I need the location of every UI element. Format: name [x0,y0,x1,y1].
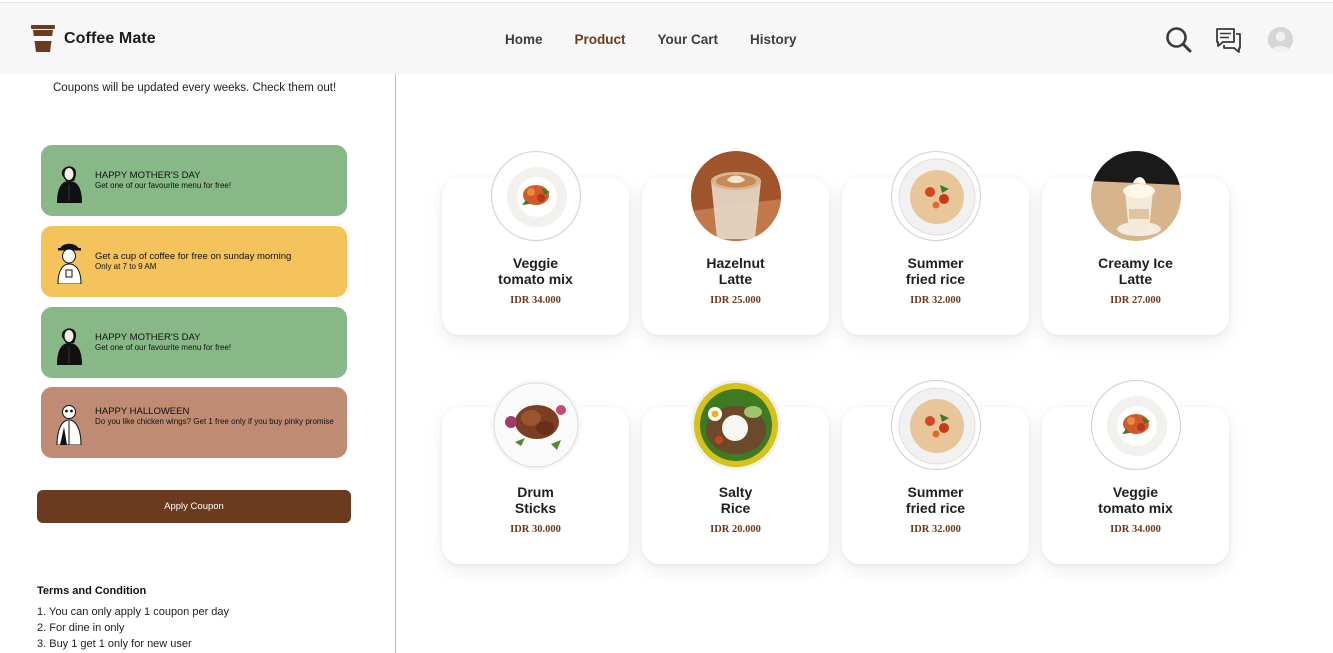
product-name-line1: Summer [907,255,964,271]
coupon-panel: Coupons will be updated every weeks. Che… [0,74,396,653]
product-price: IDR 20.000 [710,524,761,535]
coupon-title: HAPPY MOTHER'S DAY [95,170,201,181]
product-image-veggie-tomato-mix [491,151,581,241]
product-name-line1: Veggie [512,255,559,271]
product-price: IDR 25.000 [710,295,761,306]
product-image-creamy-ice-latte [1091,151,1181,241]
terms-item: 1. You can only apply 1 coupon per day [37,606,230,618]
top-navbar: Coffee Mate Home Product Your Cart Histo… [0,2,1333,74]
brand-logo-link[interactable]: Coffee Mate [31,25,156,52]
halloween-illustration-icon [56,405,82,445]
product-name-line1: Hazelnut [706,255,765,271]
coupon-subtitle: Do you like chicken wings? Get 1 free on… [95,417,334,426]
coupon-note: Coupons will be updated every weeks. Che… [53,82,337,94]
nav-history[interactable]: History [750,32,797,47]
terms-list: 1. You can only apply 1 coupon per day 2… [37,604,229,652]
product-name-line1: Salty [718,484,753,500]
terms-item: 2. For dine in only [37,622,125,634]
header-actions [1165,26,1293,53]
nav-product[interactable]: Product [575,32,626,47]
main-nav: Home Product Your Cart History [505,32,829,47]
coupon-card[interactable]: HAPPY MOTHER'S DAY Get one of our favour… [41,307,347,378]
product-price: IDR 32.000 [910,524,961,535]
chat-icon[interactable] [1215,27,1242,53]
product-name-line1: Veggie [1112,484,1159,500]
coupon-title: Get a cup of coffee for free on sunday m… [95,251,292,262]
product-name-line1: Drum [517,484,554,500]
product-image-salty-rice [691,380,781,470]
coupon-subtitle: Only at 7 to 9 AM [95,262,157,271]
product-name: Creamy Ice Latte [1042,255,1229,287]
product-name-line2: Sticks [514,500,557,516]
product-name-line2: fried rice [905,271,966,287]
coupon-card[interactable]: Get a cup of coffee for free on sunday m… [41,226,347,297]
product-name-line2: Latte [1118,271,1153,287]
coffee-cup-logo-icon [31,25,55,52]
coupon-subtitle: Get one of our favourite menu for free! [95,343,232,352]
apply-coupon-button[interactable]: Apply Coupon [37,490,351,523]
product-image-veggie-tomato-mix [1091,380,1181,470]
product-name-line2: tomato mix [498,271,573,287]
product-name-line1: Creamy Ice [1098,255,1173,271]
coupon-card[interactable]: HAPPY MOTHER'S DAY Get one of our favour… [41,145,347,216]
mother-illustration-icon [57,166,82,203]
product-image-summer-fried-rice [891,151,981,241]
product-name-line2: Latte [718,271,753,287]
coupon-title: HAPPY HALLOWEEN [95,406,190,417]
coupon-subtitle: Get one of our favourite menu for free! [95,181,232,190]
product-name: Veggie tomato mix [1042,484,1229,516]
coffee-man-illustration-icon [57,243,82,284]
product-name: Summer fried rice [842,255,1029,287]
product-price: IDR 30.000 [510,524,561,535]
product-price: IDR 34.000 [510,295,561,306]
nav-your-cart[interactable]: Your Cart [658,32,719,47]
product-price: IDR 27.000 [1110,295,1161,306]
search-icon[interactable] [1165,26,1192,53]
product-name: Veggie tomato mix [442,255,629,287]
product-name: Summer fried rice [842,484,1029,516]
mother-illustration-icon [57,328,82,365]
product-image-drum-sticks [491,380,581,470]
product-price: IDR 34.000 [1110,524,1161,535]
product-image-hazelnut-latte [691,151,781,241]
product-name-line2: fried rice [905,500,966,516]
product-name: Salty Rice [642,484,829,516]
product-name: Drum Sticks [442,484,629,516]
terms-item: 3. Buy 1 get 1 only for new user [37,638,192,650]
nav-home[interactable]: Home [505,32,543,47]
coupon-card[interactable]: HAPPY HALLOWEEN Do you like chicken wing… [41,387,347,458]
coupon-title: HAPPY MOTHER'S DAY [95,332,201,343]
product-image-summer-fried-rice [891,380,981,470]
app-name: Coffee Mate [64,29,156,47]
product-name-line2: tomato mix [1098,500,1173,516]
terms-title: Terms and Condition [37,585,147,597]
product-price: IDR 32.000 [910,295,961,306]
product-name-line1: Summer [907,484,964,500]
product-name: Hazelnut Latte [642,255,829,287]
avatar[interactable] [1268,27,1293,52]
product-name-line2: Rice [720,500,751,516]
user-avatar-icon [1268,27,1293,52]
